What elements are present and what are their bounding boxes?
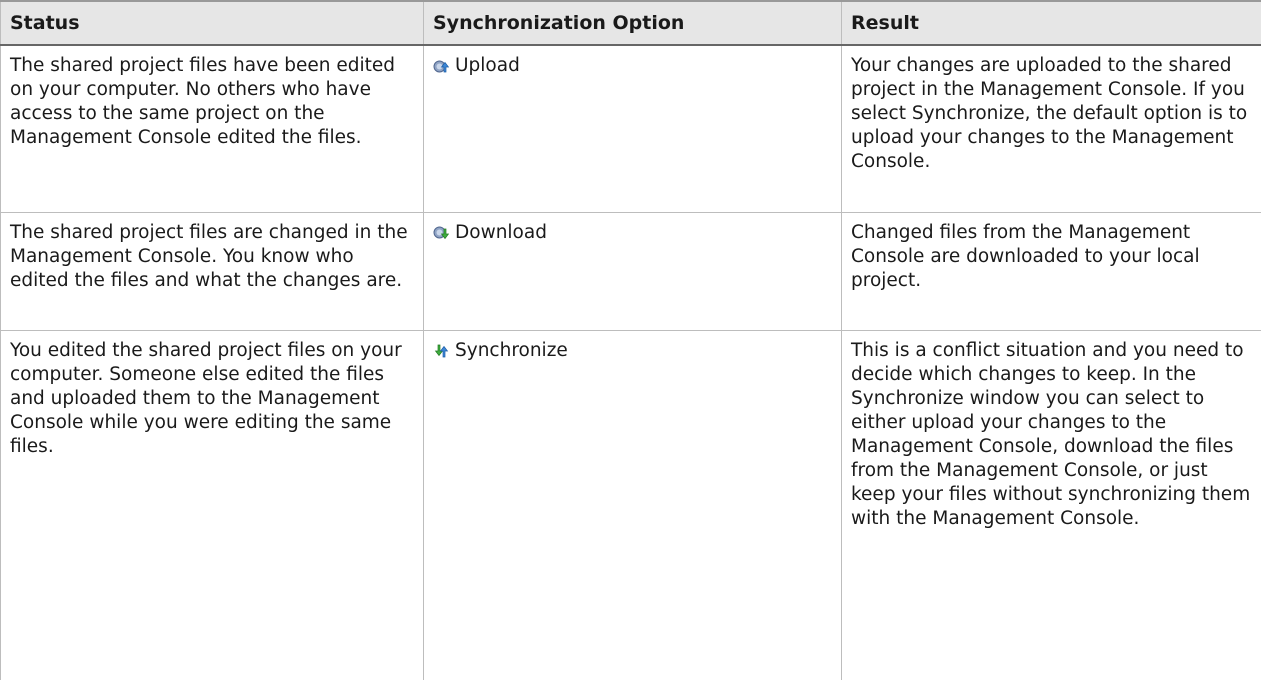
option-label: Download — [455, 221, 547, 245]
download-icon — [433, 225, 449, 241]
option-label: Upload — [455, 54, 520, 78]
option-label: Synchronize — [455, 339, 568, 363]
table-row: The shared project files have been edite… — [1, 45, 1261, 212]
table-row: The shared project files are changed in … — [1, 212, 1261, 330]
status-cell: The shared project files are changed in … — [1, 212, 424, 330]
header-result: Result — [842, 1, 1261, 45]
status-cell: The shared project files have been edite… — [1, 45, 424, 212]
header-status: Status — [1, 1, 424, 45]
option-cell: Download — [424, 212, 842, 330]
status-cell: You edited the shared project files on y… — [1, 330, 424, 680]
result-cell: Your changes are uploaded to the shared … — [842, 45, 1261, 212]
synchronize-icon — [433, 343, 449, 359]
header-synchronization-option: Synchronization Option — [424, 1, 842, 45]
result-cell: This is a conflict situation and you nee… — [842, 330, 1261, 680]
table-row: You edited the shared project files on y… — [1, 330, 1261, 680]
option-cell: Upload — [424, 45, 842, 212]
result-cell: Changed files from the Management Consol… — [842, 212, 1261, 330]
option-cell: Synchronize — [424, 330, 842, 680]
table-header-row: Status Synchronization Option Result — [1, 1, 1261, 45]
upload-icon — [433, 58, 449, 74]
synchronization-options-table: Status Synchronization Option Result The… — [0, 0, 1261, 680]
